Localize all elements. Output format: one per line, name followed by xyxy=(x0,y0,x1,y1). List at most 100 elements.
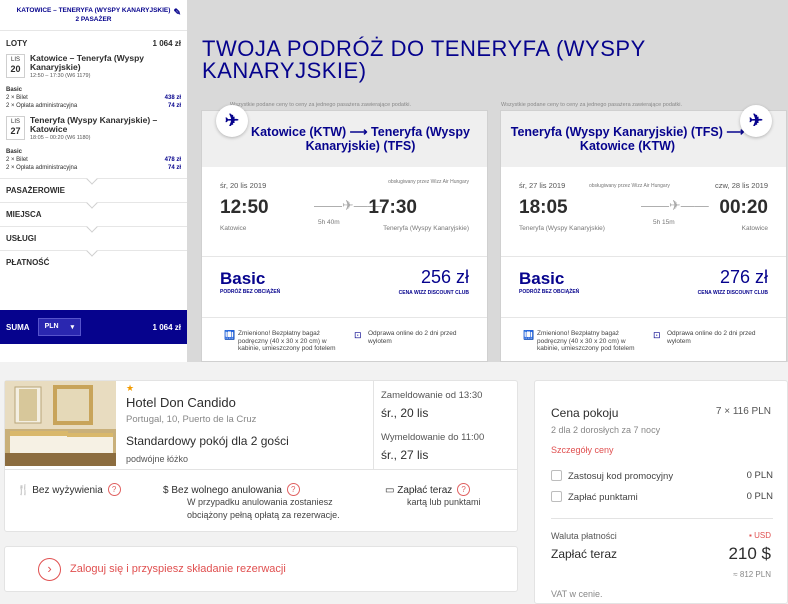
inbound-dep-time: 18:05 xyxy=(519,197,568,218)
room-type: Standardowy pokój dla 2 gości xyxy=(126,434,289,448)
perk-checkin: Odprawa online do 2 dni przed wylotem xyxy=(667,330,756,345)
inbound-day: 27 xyxy=(10,126,21,136)
guests-nights: 2 dla 2 dorosłych za 7 nocy xyxy=(551,425,661,435)
price-details-link[interactable]: Szczegóły ceny xyxy=(551,445,614,455)
outbound-fare[interactable]: Basic PODRÓŻ BEZ OBCIĄŻEŃ 256 zł CENA WI… xyxy=(202,257,487,317)
outbound-dep-time: 12:50 xyxy=(220,197,269,218)
outbound-arr-time: 17:30 xyxy=(368,197,417,218)
outbound-card-header: ✈ Katowice (KTW) ⟶ Teneryfa (Wyspy Kanar… xyxy=(202,105,487,167)
hotel-card: ★ Hotel Don Candido Portugal, 10, Puerto… xyxy=(4,380,518,532)
flights-row: LOTY 1 064 zł xyxy=(0,31,187,48)
bag-icon: 🛄 xyxy=(523,330,535,340)
inbound-perks: 🛄 Zmieniono! Bezpłatny bagaż podręczny (4… xyxy=(501,317,786,362)
divider xyxy=(373,381,374,469)
caret-down-icon: ▾ xyxy=(70,324,75,331)
page-title: TWOJA PODRÓŻ DO TENERYFA (WYSPY KANARYJS… xyxy=(202,36,646,83)
inbound-fare-sub: PODRÓŻ BEZ OBCIĄŻEŃ xyxy=(519,289,580,295)
inbound-fare[interactable]: Basic PODRÓŻ BEZ OBCIĄŻEŃ 276 zł CENA WI… xyxy=(501,257,786,317)
login-banner[interactable]: › Zaloguj się i przyspiesz składanie rez… xyxy=(4,546,518,592)
price-note: Wszystkie podane ceny to ceny za jednego… xyxy=(230,102,411,108)
section-label: MIEJSCA xyxy=(6,210,42,219)
outbound-duration: 5h 40m xyxy=(318,219,340,226)
help-icon[interactable]: ? xyxy=(286,483,300,496)
inbound-route: Teneryfa (Wyspy Kanaryjskie) – Katowice xyxy=(30,115,158,134)
payment-currency-label: Waluta płatności xyxy=(551,531,617,541)
checkin-label: Zameldowanie od 13:30 xyxy=(381,390,483,401)
booking-summary-sidebar: KATOWICE – TENERYFA (WYSPY KANARYJSKIE) … xyxy=(0,0,187,362)
outbound-day: 20 xyxy=(10,64,21,74)
outbound-route: Katowice – Teneryfa (Wyspy Kanaryjskie) xyxy=(30,53,145,72)
section-label: USŁUGI xyxy=(6,234,37,243)
currency-select[interactable]: PLN ▾ xyxy=(37,318,82,336)
meal-label: Bez wyżywienia xyxy=(32,485,103,496)
cancel-policy: $ Bez wolnego anulowania ? W przypadku a… xyxy=(163,483,363,522)
hotel-name[interactable]: Hotel Don Candido xyxy=(126,395,236,410)
room-price-label: Cena pokoju xyxy=(551,406,619,420)
star-icon: ★ xyxy=(126,383,135,393)
points-value: 0 PLN xyxy=(746,491,773,502)
promo-checkbox[interactable] xyxy=(551,470,562,481)
divider xyxy=(5,469,517,470)
points-label: Zapłać punktami xyxy=(568,492,638,503)
inbound-operator: obsługiwany przez Wizz Air Hungary xyxy=(589,183,670,189)
outbound-club-label: CENA WIZZ DISCOUNT CLUB xyxy=(398,290,469,296)
chevron-right-icon: › xyxy=(38,558,61,581)
perk-checkin: Odprawa online do 2 dni przed wylotem xyxy=(368,330,457,345)
total-value: 1 064 zł xyxy=(152,322,181,332)
total-label: SUMA xyxy=(6,322,30,332)
hotel-address: Portugal, 10, Puerto de la Cruz xyxy=(126,414,257,425)
outbound-dep-city: Katowice xyxy=(220,225,247,232)
inbound-duration: 5h 15m xyxy=(653,219,675,226)
outbound-operator: obsługiwany przez Wizz Air Hungary xyxy=(388,179,469,185)
inbound-date-box: LIS 27 xyxy=(6,116,25,140)
meal-policy: 🍴 Bez wyżywienia ? xyxy=(17,483,121,496)
inbound-arr-time: 00:20 xyxy=(719,197,768,218)
inbound-card-header: Teneryfa (Wyspy Kanaryjskie) (TFS) ⟶ Kat… xyxy=(501,105,786,167)
outbound-fare-breakdown: Basic 2 × Bilet 438 zł 2 × Opłata adminis… xyxy=(0,79,187,110)
pay-points-row[interactable]: Zapłać punktami 0 PLN xyxy=(551,491,773,503)
help-icon[interactable]: ? xyxy=(457,483,471,496)
payment-currency-select[interactable]: ▪ USD xyxy=(749,531,771,540)
promo-code-row[interactable]: Zastosuj kod promocyjny 0 PLN xyxy=(551,470,773,482)
edit-icon[interactable]: ✎ xyxy=(173,8,181,17)
outbound-arr-city: Teneryfa (Wyspy Kanaryjskie) xyxy=(383,225,469,232)
inbound-fare-name: Basic xyxy=(519,269,565,288)
inbound-fare-label: Basic xyxy=(6,149,23,155)
divider xyxy=(551,518,773,519)
trip-header[interactable]: KATOWICE – TENERYFA (WYSPY KANARYJSKIE) … xyxy=(0,0,187,31)
section-payment[interactable]: PŁATNOŚĆ xyxy=(0,245,187,274)
bed-type: podwójne łóżko xyxy=(126,454,189,464)
inbound-arr-city: Katowice xyxy=(741,225,768,232)
total-price: 210 $ xyxy=(728,544,771,563)
trip-route: KATOWICE – TENERYFA (WYSPY KANARYJSKIE) xyxy=(16,7,171,14)
vat-note: VAT w cenie. xyxy=(551,589,603,599)
pay-now-label: Zapłać teraz xyxy=(551,547,618,561)
login-link[interactable]: Zaloguj się i przyspiesz składanie rezer… xyxy=(70,563,286,575)
outbound-flight-card: Wszystkie podane ceny to ceny za jednego… xyxy=(201,102,488,362)
plane-icon: ✈ xyxy=(740,105,772,137)
checkin-date: śr., 20 lis xyxy=(381,406,429,420)
outbound-price: 256 zł xyxy=(420,267,469,287)
checkout-label: Wymeldowanie do 11:00 xyxy=(381,432,485,443)
inbound-flight-summary: LIS 27 Teneryfa (Wyspy Kanaryjskie) – Ka… xyxy=(0,110,187,141)
inbound-times: śr, 27 lis 2019 obsługiwany przez Wizz A… xyxy=(501,167,786,257)
inbound-month: LIS xyxy=(10,119,20,125)
pay-description: kartą lub punktami xyxy=(407,497,481,507)
outbound-ticket-value: 438 zł xyxy=(164,95,181,101)
room-price-calc: 7 × 116 PLN xyxy=(715,406,771,417)
outbound-fare-label: Basic xyxy=(6,87,23,93)
promo-label: Zastosuj kod promocyjny xyxy=(568,471,674,482)
pay-now-label: Zapłać teraz xyxy=(397,485,453,496)
outbound-date-box: LIS 20 xyxy=(6,54,25,78)
outbound-ticket-label: 2 × Bilet xyxy=(6,95,28,101)
inbound-ticket-value: 478 zł xyxy=(164,157,181,163)
help-icon[interactable]: ? xyxy=(107,483,121,496)
cancel-label: Bez wolnego anulowania xyxy=(171,485,282,496)
price-note: Wszystkie podane ceny to ceny za jednego… xyxy=(501,102,682,108)
hotel-photo xyxy=(5,381,116,466)
points-checkbox[interactable] xyxy=(551,491,562,502)
outbound-flight-summary: LIS 20 Katowice – Teneryfa (Wyspy Kanary… xyxy=(0,48,187,79)
no-refund-icon: $ xyxy=(163,485,169,496)
meal-icon: 🍴 xyxy=(17,485,30,496)
inbound-fee-value: 74 zł xyxy=(167,165,181,171)
